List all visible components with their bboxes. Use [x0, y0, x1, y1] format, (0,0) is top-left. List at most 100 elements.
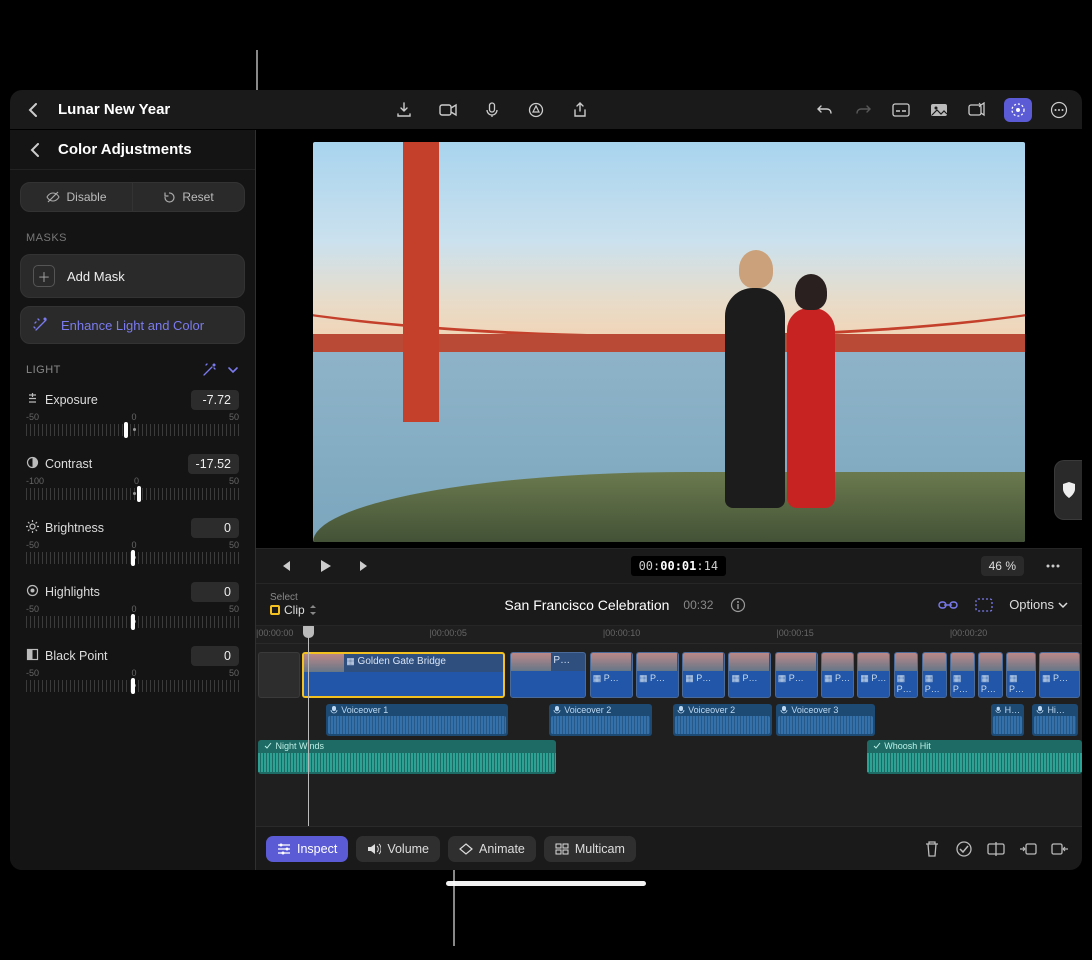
zoom-display[interactable]: 46 % — [981, 556, 1024, 576]
next-frame-button[interactable] — [354, 555, 376, 577]
add-mask-button[interactable]: ＋ Add Mask — [20, 254, 245, 298]
enhance-button[interactable]: Enhance Light and Color — [20, 306, 245, 344]
inspector-back-button[interactable] — [24, 139, 46, 161]
video-clip[interactable]: ▦ P… — [775, 652, 818, 698]
slider-label: Black Point — [45, 649, 108, 663]
image-icon[interactable] — [928, 99, 950, 121]
slider-track[interactable]: -50050 — [26, 606, 239, 636]
reset-icon — [163, 191, 176, 204]
disable-reset-group: Disable Reset — [20, 182, 245, 212]
split-button[interactable] — [984, 837, 1008, 861]
disable-button[interactable]: Disable — [21, 183, 132, 211]
back-button[interactable] — [22, 99, 44, 121]
volume-button[interactable]: Volume — [356, 836, 440, 862]
clip-color-icon — [270, 605, 280, 615]
clip-selector[interactable]: Clip — [270, 603, 317, 617]
undo-icon[interactable] — [814, 99, 836, 121]
trim-start-button[interactable] — [1016, 837, 1040, 861]
video-clip[interactable]: ▦ P… — [922, 652, 947, 698]
reset-button[interactable]: Reset — [132, 183, 244, 211]
trim-end-button[interactable] — [1048, 837, 1072, 861]
prev-frame-button[interactable] — [274, 555, 296, 577]
volume-label: Volume — [387, 842, 429, 856]
auto-light-icon[interactable] — [201, 362, 217, 378]
slider-track[interactable]: -100050 — [26, 478, 239, 508]
main-content: 00:00:01:14 46 % Select Clip — [256, 130, 1082, 870]
slider-value[interactable]: 0 — [191, 646, 239, 666]
voiceover-icon[interactable] — [481, 99, 503, 121]
music-clip[interactable]: Whoosh Hit — [867, 740, 1082, 774]
more-icon[interactable] — [1048, 99, 1070, 121]
audio-clip[interactable]: Voiceover 1 — [326, 704, 508, 736]
audio-clip[interactable]: H… — [991, 704, 1024, 736]
effects-icon[interactable] — [525, 99, 547, 121]
video-clip[interactable]: ▦ P… — [857, 652, 890, 698]
info-icon[interactable] — [727, 594, 749, 616]
slider-value[interactable]: 0 — [191, 518, 239, 538]
slider-label: Highlights — [45, 585, 100, 599]
video-clip[interactable]: ▦ P… — [1006, 652, 1036, 698]
video-preview[interactable] — [313, 142, 1025, 542]
import-icon[interactable] — [393, 99, 415, 121]
exposure-icon — [26, 392, 39, 408]
delete-button[interactable] — [920, 837, 944, 861]
viewer-options-icon[interactable] — [1042, 555, 1064, 577]
audio-track[interactable]: Voiceover 1Voiceover 2Voiceover 2Voiceov… — [256, 704, 1082, 736]
brightness-icon — [26, 520, 39, 536]
audio-clip[interactable]: Voiceover 2 — [673, 704, 772, 736]
video-clip[interactable]: ▦ Golden Gate Bridge — [302, 652, 505, 698]
inspect-button[interactable]: Inspect — [266, 836, 348, 862]
video-clip[interactable]: ▦ P… — [636, 652, 679, 698]
chevron-down-icon — [1058, 600, 1068, 610]
redo-icon[interactable] — [852, 99, 874, 121]
video-clip[interactable]: ▦ P… — [978, 652, 1003, 698]
video-clip[interactable]: ▦ P… — [1039, 652, 1080, 698]
sort-icon — [309, 605, 317, 615]
timeline-ruler[interactable]: |00:00:00|00:00:05|00:00:10|00:00:15|00:… — [256, 626, 1082, 644]
slider-value[interactable]: -7.72 — [191, 390, 239, 410]
camera-icon[interactable] — [437, 99, 459, 121]
video-clip[interactable]: ▦ P… — [590, 652, 633, 698]
music-clip[interactable]: Night Winds — [258, 740, 555, 774]
protection-tab[interactable] — [1054, 460, 1082, 520]
chevron-down-icon[interactable] — [227, 364, 239, 376]
animate-button[interactable]: Animate — [448, 836, 536, 862]
video-clip[interactable]: P… — [510, 652, 586, 698]
ruler-tick: |00:00:15 — [776, 628, 813, 638]
slider-value[interactable]: -17.52 — [188, 454, 239, 474]
timecode-display: 00:00:01:14 — [631, 556, 727, 576]
color-adjustments-icon[interactable] — [1004, 98, 1032, 122]
snapping-icon[interactable] — [973, 594, 995, 616]
audio-clip[interactable]: Voiceover 3 — [776, 704, 875, 736]
empty-clip-slot[interactable] — [258, 652, 299, 698]
link-clips-icon[interactable] — [937, 594, 959, 616]
video-clip[interactable]: ▦ P… — [682, 652, 725, 698]
slider-track[interactable]: -50050 — [26, 414, 239, 444]
captions-icon[interactable] — [890, 99, 912, 121]
video-clip[interactable]: ▦ P… — [894, 652, 919, 698]
slider-track[interactable]: -50050 — [26, 670, 239, 700]
multicam-button[interactable]: Multicam — [544, 836, 636, 862]
slider-label: Exposure — [45, 393, 98, 407]
bottom-toolbar: Inspect Volume Animate Multicam — [256, 826, 1082, 870]
audio-clip[interactable]: Voiceover 2 — [549, 704, 652, 736]
overlay-icon[interactable] — [966, 99, 988, 121]
play-button[interactable] — [314, 555, 336, 577]
video-track[interactable]: ▦ Golden Gate Bridge P… ▦ P… ▦ P… ▦ P… ▦… — [256, 652, 1082, 698]
timeline-options-button[interactable]: Options — [1009, 597, 1068, 612]
audio-clip[interactable]: Hi… — [1032, 704, 1077, 736]
video-clip[interactable]: ▦ P… — [728, 652, 771, 698]
share-icon[interactable] — [569, 99, 591, 121]
clip-selector-label: Clip — [284, 603, 305, 617]
options-label: Options — [1009, 597, 1054, 612]
masks-section-label: MASKS — [10, 224, 255, 250]
top-toolbar: Lunar New Year — [10, 90, 1082, 130]
music-track[interactable]: Night Winds Whoosh Hit — [256, 740, 1082, 774]
video-clip[interactable]: ▦ P… — [821, 652, 854, 698]
timeline[interactable]: |00:00:00|00:00:05|00:00:10|00:00:15|00:… — [256, 626, 1082, 826]
playhead[interactable] — [308, 626, 309, 826]
video-clip[interactable]: ▦ P… — [950, 652, 975, 698]
enable-button[interactable] — [952, 837, 976, 861]
slider-track[interactable]: -50050 — [26, 542, 239, 572]
slider-value[interactable]: 0 — [191, 582, 239, 602]
